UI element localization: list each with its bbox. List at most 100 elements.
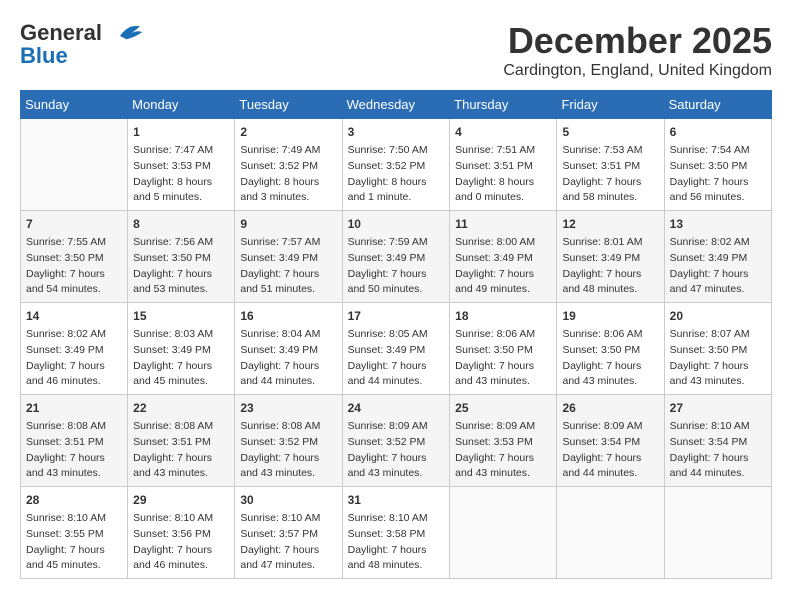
calendar-cell: 15Sunrise: 8:03 AMSunset: 3:49 PMDayligh… xyxy=(128,303,235,395)
calendar-cell: 11Sunrise: 8:00 AMSunset: 3:49 PMDayligh… xyxy=(450,211,557,303)
calendar-cell: 10 Sunrise: 7:59 AM Sunset: 3:49 PM Dayligh… xyxy=(342,211,450,303)
daylight-text: Daylight: 7 hours and 54 minutes. xyxy=(26,268,105,296)
sunrise-text: Sunrise: 8:09 AM xyxy=(455,420,535,432)
calendar-cell: 16Sunrise: 8:04 AMSunset: 3:49 PMDayligh… xyxy=(235,303,342,395)
sunrise-text: Sunrise: 8:10 AM xyxy=(348,512,428,524)
sunrise-text: Sunrise: 7:50 AM xyxy=(348,144,428,156)
day-number: 19 xyxy=(562,307,658,325)
daylight-text: Daylight: 7 hours and 58 minutes. xyxy=(562,176,641,204)
sunrise-text: Sunrise: 8:08 AM xyxy=(240,420,320,432)
calendar-cell: 2Sunrise: 7:49 AMSunset: 3:52 PMDaylight… xyxy=(235,119,342,211)
daylight-text: Daylight: 7 hours and 43 minutes. xyxy=(240,452,319,480)
sunset-text: Sunset: 3:52 PM xyxy=(348,436,426,448)
daylight-text: Daylight: 7 hours and 44 minutes. xyxy=(670,452,749,480)
sunset-text: Sunset: 3:54 PM xyxy=(562,436,640,448)
day-number: 10 xyxy=(348,215,445,233)
calendar-cell: 1Sunrise: 7:47 AMSunset: 3:53 PMDaylight… xyxy=(128,119,235,211)
sunrise-text: Sunrise: 7:47 AM xyxy=(133,144,213,156)
sunrise-text: Sunrise: 7:51 AM xyxy=(455,144,535,156)
sunset-text: Sunset: 3:49 PM xyxy=(455,252,533,264)
location-title: Cardington, England, United Kingdom xyxy=(503,62,772,80)
calendar-cell: 26Sunrise: 8:09 AMSunset: 3:54 PMDayligh… xyxy=(557,395,664,487)
header-sunday: Sunday xyxy=(21,91,128,119)
day-number: 3 xyxy=(348,123,445,141)
sunrise-text: Sunrise: 8:02 AM xyxy=(670,236,750,248)
day-number: 24 xyxy=(348,399,445,417)
sunset-text: Sunset: 3:56 PM xyxy=(133,528,211,540)
page-header: General Blue December 2025 Cardington, E… xyxy=(20,20,772,80)
sunset-text: Sunset: 3:50 PM xyxy=(133,252,211,264)
calendar-cell: 31Sunrise: 8:10 AMSunset: 3:58 PMDayligh… xyxy=(342,487,450,579)
calendar-cell xyxy=(450,487,557,579)
sunset-text: Sunset: 3:49 PM xyxy=(240,344,318,356)
month-title: December 2025 xyxy=(503,20,772,62)
sunrise-text: Sunrise: 7:57 AM xyxy=(240,236,320,248)
daylight-text: Daylight: 7 hours and 50 minutes. xyxy=(348,268,427,296)
daylight-text: Daylight: 7 hours and 45 minutes. xyxy=(26,544,105,572)
day-number: 25 xyxy=(455,399,551,417)
sunrise-text: Sunrise: 7:59 AM xyxy=(348,236,428,248)
sunset-text: Sunset: 3:51 PM xyxy=(26,436,104,448)
calendar-cell: 25Sunrise: 8:09 AMSunset: 3:53 PMDayligh… xyxy=(450,395,557,487)
title-block: December 2025 Cardington, England, Unite… xyxy=(503,20,772,80)
daylight-text: Daylight: 8 hours and 1 minute. xyxy=(348,176,427,204)
daylight-text: Daylight: 7 hours and 49 minutes. xyxy=(455,268,534,296)
daylight-text: Daylight: 7 hours and 43 minutes. xyxy=(133,452,212,480)
calendar-cell: 6Sunrise: 7:54 AMSunset: 3:50 PMDaylight… xyxy=(664,119,771,211)
calendar-week-1: 7Sunrise: 7:55 AMSunset: 3:50 PMDaylight… xyxy=(21,211,772,303)
sunrise-text: Sunrise: 8:01 AM xyxy=(562,236,642,248)
daylight-text: Daylight: 7 hours and 43 minutes. xyxy=(670,360,749,388)
daylight-text: Daylight: 7 hours and 46 minutes. xyxy=(26,360,105,388)
calendar-cell: 8Sunrise: 7:56 AMSunset: 3:50 PMDaylight… xyxy=(128,211,235,303)
day-number: 30 xyxy=(240,491,336,509)
sunrise-text: Sunrise: 8:05 AM xyxy=(348,328,428,340)
day-number: 2 xyxy=(240,123,336,141)
sunrise-text: Sunrise: 7:54 AM xyxy=(670,144,750,156)
sunrise-text: Sunrise: 8:10 AM xyxy=(670,420,750,432)
calendar-cell: 20Sunrise: 8:07 AMSunset: 3:50 PMDayligh… xyxy=(664,303,771,395)
header-tuesday: Tuesday xyxy=(235,91,342,119)
sunrise-text: Sunrise: 8:03 AM xyxy=(133,328,213,340)
calendar-cell xyxy=(557,487,664,579)
sunset-text: Sunset: 3:49 PM xyxy=(348,252,426,264)
sunset-text: Sunset: 3:49 PM xyxy=(133,344,211,356)
sunrise-text: Sunrise: 7:55 AM xyxy=(26,236,106,248)
day-number: 29 xyxy=(133,491,229,509)
daylight-text: Daylight: 7 hours and 48 minutes. xyxy=(562,268,641,296)
day-number: 12 xyxy=(562,215,658,233)
sunrise-text: Sunrise: 8:06 AM xyxy=(455,328,535,340)
logo: General Blue xyxy=(20,20,146,68)
calendar-cell: 30Sunrise: 8:10 AMSunset: 3:57 PMDayligh… xyxy=(235,487,342,579)
day-number: 8 xyxy=(133,215,229,233)
day-number: 28 xyxy=(26,491,122,509)
daylight-text: Daylight: 7 hours and 44 minutes. xyxy=(562,452,641,480)
daylight-text: Daylight: 7 hours and 43 minutes. xyxy=(562,360,641,388)
sunset-text: Sunset: 3:52 PM xyxy=(348,160,426,172)
sunset-text: Sunset: 3:53 PM xyxy=(455,436,533,448)
sunset-text: Sunset: 3:49 PM xyxy=(26,344,104,356)
sunrise-text: Sunrise: 8:09 AM xyxy=(348,420,428,432)
sunrise-text: Sunrise: 8:10 AM xyxy=(240,512,320,524)
calendar-cell: 13Sunrise: 8:02 AMSunset: 3:49 PMDayligh… xyxy=(664,211,771,303)
sunset-text: Sunset: 3:49 PM xyxy=(240,252,318,264)
day-number: 18 xyxy=(455,307,551,325)
header-monday: Monday xyxy=(128,91,235,119)
sunset-text: Sunset: 3:50 PM xyxy=(562,344,640,356)
daylight-text: Daylight: 7 hours and 48 minutes. xyxy=(348,544,427,572)
sunset-text: Sunset: 3:51 PM xyxy=(455,160,533,172)
calendar-cell: 14Sunrise: 8:02 AMSunset: 3:49 PMDayligh… xyxy=(21,303,128,395)
daylight-text: Daylight: 7 hours and 47 minutes. xyxy=(240,544,319,572)
sunset-text: Sunset: 3:55 PM xyxy=(26,528,104,540)
day-number: 13 xyxy=(670,215,766,233)
sunrise-text: Sunrise: 8:10 AM xyxy=(26,512,106,524)
daylight-text: Daylight: 7 hours and 44 minutes. xyxy=(240,360,319,388)
calendar-cell xyxy=(664,487,771,579)
calendar-cell: 21Sunrise: 8:08 AMSunset: 3:51 PMDayligh… xyxy=(21,395,128,487)
daylight-text: Daylight: 7 hours and 51 minutes. xyxy=(240,268,319,296)
daylight-text: Daylight: 8 hours and 0 minutes. xyxy=(455,176,534,204)
calendar-cell: 7Sunrise: 7:55 AMSunset: 3:50 PMDaylight… xyxy=(21,211,128,303)
sunrise-text: Sunrise: 7:49 AM xyxy=(240,144,320,156)
sunrise-text: Sunrise: 7:53 AM xyxy=(562,144,642,156)
sunset-text: Sunset: 3:50 PM xyxy=(670,160,748,172)
day-number: 27 xyxy=(670,399,766,417)
